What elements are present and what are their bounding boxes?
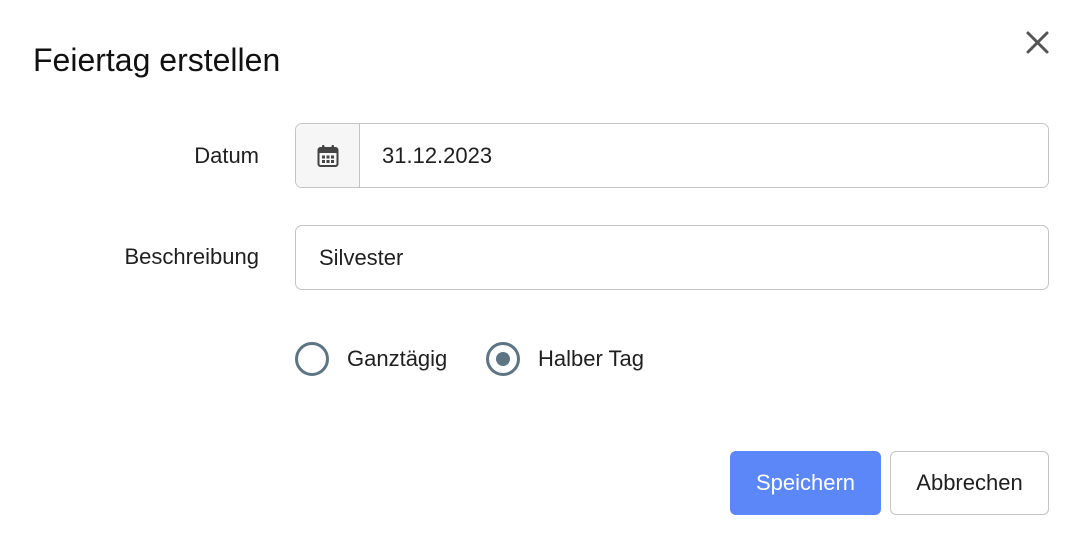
date-field-group (295, 123, 1049, 188)
radio-button-unchecked[interactable] (295, 342, 329, 376)
close-button[interactable] (1018, 24, 1056, 62)
radio-selected-dot (496, 352, 510, 366)
radio-full-day[interactable]: Ganztägig (295, 342, 447, 376)
radio-half-day[interactable]: Halber Tag (486, 342, 644, 376)
description-label: Beschreibung (124, 244, 259, 269)
save-button[interactable]: Speichern (730, 451, 881, 515)
calendar-button[interactable] (296, 124, 360, 187)
radio-full-day-label: Ganztägig (347, 346, 448, 371)
description-input[interactable] (295, 225, 1049, 290)
calendar-icon (317, 144, 338, 167)
dialog-title: Feiertag erstellen (33, 42, 281, 78)
radio-half-day-label: Halber Tag (538, 346, 644, 371)
create-holiday-dialog: Feiertag erstellen Datum Beschreibung (0, 0, 1082, 546)
date-label: Datum (194, 143, 259, 168)
close-icon (1026, 31, 1049, 54)
radio-button-checked[interactable] (486, 342, 520, 376)
date-input[interactable] (360, 124, 1048, 187)
cancel-button[interactable]: Abbrechen (890, 451, 1049, 515)
